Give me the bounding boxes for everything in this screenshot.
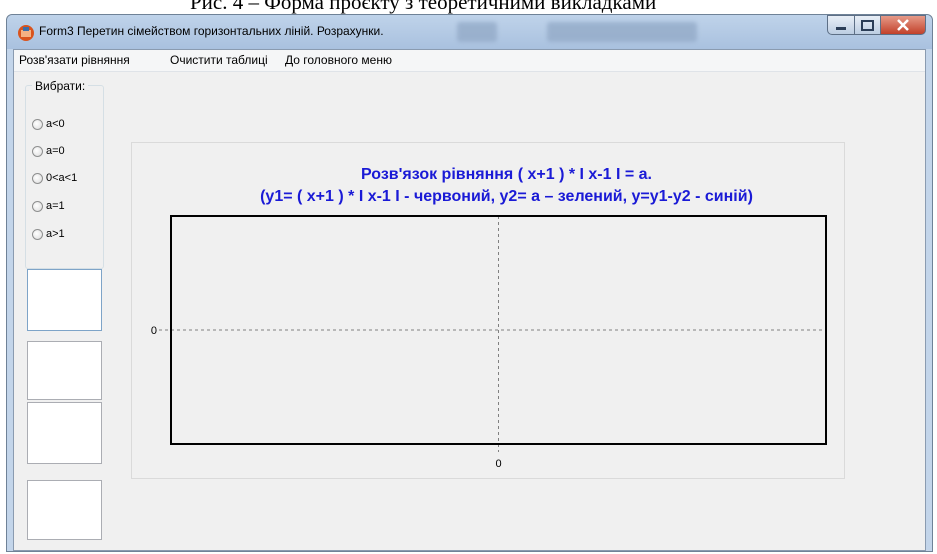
maximize-icon: [861, 20, 874, 31]
y-tick-label: 0: [151, 325, 157, 337]
radio-label: a>1: [46, 228, 65, 240]
title-bar[interactable]: Form3 Перетин сімейством горизонтальних …: [7, 15, 932, 49]
chart-title: Розв'язок рівняння ( x+1 ) * I x-1 I = a…: [361, 166, 652, 183]
menu-solve-equation[interactable]: Розв'язати рівняння: [19, 53, 130, 67]
menu-clear-tables[interactable]: Очистити таблиці: [170, 53, 268, 67]
blurred-background-caption: [457, 22, 497, 42]
radio-a-between-zero-one[interactable]: 0<a<1: [32, 170, 77, 186]
result-box-3[interactable]: [27, 402, 102, 464]
result-box-1[interactable]: [27, 269, 102, 331]
radio-label: 0<a<1: [46, 172, 78, 184]
menu-main-menu[interactable]: До головного меню: [285, 53, 392, 67]
radio-a-equal-zero[interactable]: a=0: [32, 143, 65, 159]
radio-a-less-zero[interactable]: a<0: [32, 116, 65, 132]
radio-circle-icon[interactable]: [32, 228, 43, 240]
menu-bar: Розв'язати рівняння Очистити таблиці До …: [14, 50, 925, 72]
radio-label: a<0: [46, 118, 65, 130]
chart-subtitle: (y1= ( x+1 ) * I x-1 I - червоний, y2= a…: [260, 188, 753, 205]
chart-panel: Розв'язок рівняння ( x+1 ) * I x-1 I = a…: [131, 142, 845, 479]
radio-label: a=0: [46, 145, 65, 157]
blurred-background-caption: [547, 22, 697, 42]
radio-circle-icon[interactable]: [32, 200, 43, 212]
x-tick-label: 0: [495, 458, 501, 470]
equation-chart: Розв'язок рівняння ( x+1 ) * I x-1 I = a…: [151, 166, 827, 470]
radio-a-equal-one[interactable]: a=1: [32, 198, 65, 214]
close-button[interactable]: [880, 15, 926, 35]
group-label: Вибрати:: [32, 79, 89, 93]
result-box-4[interactable]: [27, 480, 102, 540]
result-box-2[interactable]: [27, 341, 102, 400]
document-caption: Рис. 4 – Форма проєкту з теоретичними ви…: [190, 0, 657, 14]
radio-a-greater-one[interactable]: a>1: [32, 226, 65, 242]
minimize-button[interactable]: [827, 15, 855, 35]
maximize-button[interactable]: [854, 15, 881, 35]
minimize-icon: [836, 27, 846, 30]
close-icon: [897, 19, 909, 31]
radio-circle-icon[interactable]: [32, 118, 43, 130]
app-icon: [18, 25, 34, 41]
radio-circle-icon[interactable]: [32, 172, 43, 184]
radio-circle-icon[interactable]: [32, 145, 43, 157]
app-window: Form3 Перетин сімейством горизонтальних …: [6, 14, 933, 552]
form-client-area: Розв'язати рівняння Очистити таблиці До …: [13, 49, 926, 551]
window-title: Form3 Перетин сімейством горизонтальних …: [39, 24, 384, 38]
radio-label: a=1: [46, 200, 65, 212]
